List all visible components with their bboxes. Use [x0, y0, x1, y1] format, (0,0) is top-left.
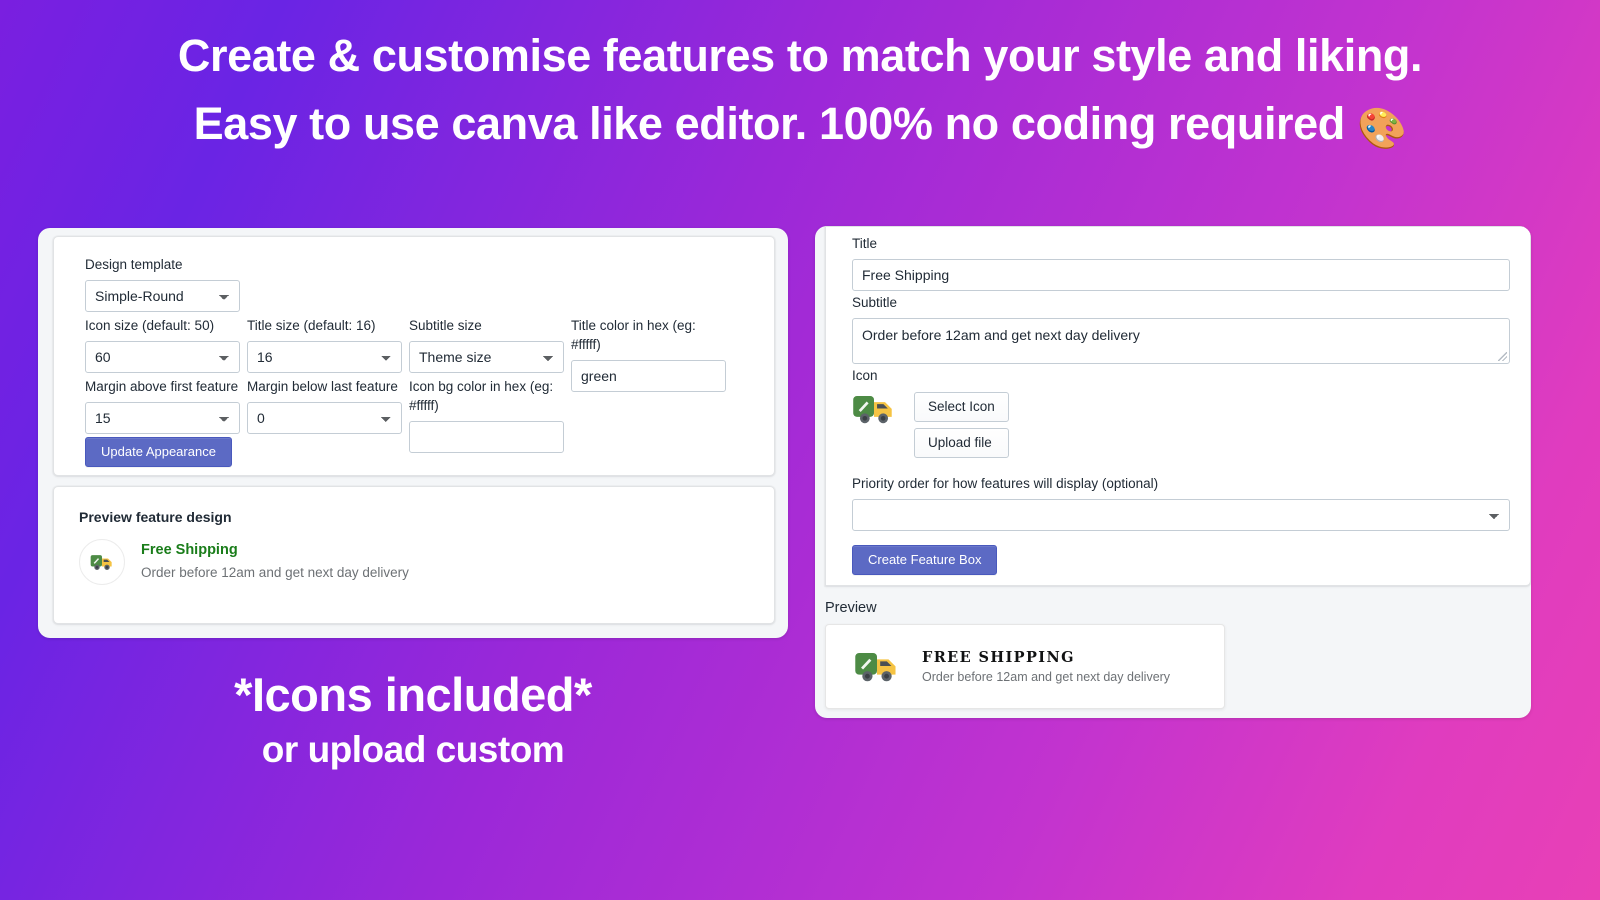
subtitle-size-select[interactable]: Theme size — [409, 340, 564, 373]
priority-order-select[interactable] — [852, 498, 1510, 531]
icon-size-select[interactable]: 60 — [85, 340, 240, 373]
left-preview-card: Preview feature design Free Shipping Ord… — [53, 486, 775, 624]
label-title-color: Title color in hex (eg: #fffff) — [571, 318, 696, 352]
right-preview-text: FREE SHIPPING Order before 12am and get … — [922, 649, 1170, 684]
bottom-caption: *Icons included* or upload custom — [38, 664, 788, 775]
label-title-size: Title size (default: 16) — [247, 318, 376, 333]
left-preview-feature-row: Free Shipping Order before 12am and get … — [79, 539, 409, 585]
left-preview-text: Free Shipping Order before 12am and get … — [141, 541, 409, 582]
headline-line-2-plain: Easy to use canva like editor. — [193, 98, 819, 150]
label-feature-icon: Icon — [852, 368, 878, 383]
feature-subtitle-textarea[interactable]: Order before 12am and get next day deliv… — [852, 317, 1510, 364]
icon-bg-color-input[interactable] — [409, 420, 564, 453]
feature-title-input[interactable]: Free Shipping — [852, 258, 1510, 291]
field-priority-order: Priority order for how features will dis… — [852, 475, 1510, 531]
title-color-input[interactable]: green — [571, 359, 726, 392]
headline-line-2: Easy to use canva like editor. 100% no c… — [0, 90, 1600, 160]
icon-picker: Select Icon Upload file — [852, 391, 1510, 458]
caption-line-1: *Icons included* — [234, 668, 592, 721]
field-icon-size: Icon size (default: 50) 60 — [85, 317, 240, 373]
left-preview-icon-circle — [79, 539, 125, 585]
update-appearance-button[interactable]: Update Appearance — [85, 437, 232, 467]
feature-subtitle-value: Order before 12am and get next day deliv… — [862, 326, 1140, 343]
margin-above-select[interactable]: 15 — [85, 401, 240, 434]
field-feature-title: Title Free Shipping — [852, 235, 1510, 291]
delivery-truck-icon — [854, 649, 900, 685]
field-title-color: Title color in hex (eg: #fffff) green — [571, 317, 726, 392]
title-size-select[interactable]: 16 — [247, 340, 402, 373]
upload-file-button[interactable]: Upload file — [914, 427, 1009, 458]
feature-editor-panel: Title Free Shipping Subtitle Order befor… — [815, 226, 1531, 718]
label-priority-order: Priority order for how features will dis… — [852, 476, 1159, 491]
left-preview-feature-title: Free Shipping — [141, 542, 238, 559]
right-preview-card: FREE SHIPPING Order before 12am and get … — [825, 624, 1225, 709]
label-feature-subtitle: Subtitle — [852, 295, 898, 310]
label-icon-bg-color: Icon bg color in hex (eg: #fffff) — [409, 379, 554, 413]
field-design-template: Design template Simple-Round — [85, 256, 240, 312]
field-title-size: Title size (default: 16) 16 — [247, 317, 402, 373]
label-subtitle-size: Subtitle size — [409, 318, 482, 333]
page-headline: Create & customise features to match you… — [0, 22, 1600, 160]
label-icon-size: Icon size (default: 50) — [85, 318, 215, 333]
field-feature-subtitle: Subtitle Order before 12am and get next … — [852, 294, 1510, 364]
select-icon-button[interactable]: Select Icon — [914, 391, 1009, 422]
appearance-settings-panel: Design template Simple-Round Icon size (… — [38, 228, 788, 638]
label-feature-title: Title — [852, 236, 878, 251]
caption-line-2: or upload custom — [261, 729, 565, 771]
design-template-select[interactable]: Simple-Round — [85, 279, 240, 312]
right-preview-feature-title: FREE SHIPPING — [922, 649, 1075, 666]
right-preview-feature-subtitle: Order before 12am and get next day deliv… — [922, 670, 1171, 684]
artist-palette-icon: 🎨 — [1357, 107, 1407, 152]
right-preview-heading: Preview — [825, 600, 877, 616]
feature-form-card: Title Free Shipping Subtitle Order befor… — [825, 226, 1531, 586]
label-margin-below: Margin below last feature — [247, 379, 398, 394]
appearance-form-card: Design template Simple-Round Icon size (… — [53, 236, 775, 476]
margin-below-select[interactable]: 0 — [247, 401, 402, 434]
field-margin-above: Margin above first feature 15 — [85, 378, 240, 434]
left-preview-feature-subtitle: Order before 12am and get next day deliv… — [141, 565, 409, 580]
label-design-template: Design template — [85, 257, 183, 272]
field-icon-bg-color: Icon bg color in hex (eg: #fffff) — [409, 378, 564, 453]
textarea-resize-handle[interactable] — [1498, 351, 1507, 361]
field-margin-below: Margin below last feature 0 — [247, 378, 402, 434]
create-feature-box-button[interactable]: Create Feature Box — [852, 545, 998, 575]
delivery-truck-icon — [90, 553, 114, 572]
field-feature-icon: Icon Select Icon Upload file — [852, 367, 1510, 458]
headline-line-1: Create & customise features to match you… — [177, 30, 1423, 81]
field-subtitle-size: Subtitle size Theme size — [409, 317, 564, 373]
delivery-truck-icon — [852, 392, 896, 427]
left-preview-heading: Preview feature design — [79, 509, 232, 525]
label-margin-above: Margin above first feature — [85, 379, 239, 394]
headline-line-2-bold: 100% no coding required — [818, 98, 1357, 150]
icon-action-buttons: Select Icon Upload file — [914, 391, 1009, 458]
